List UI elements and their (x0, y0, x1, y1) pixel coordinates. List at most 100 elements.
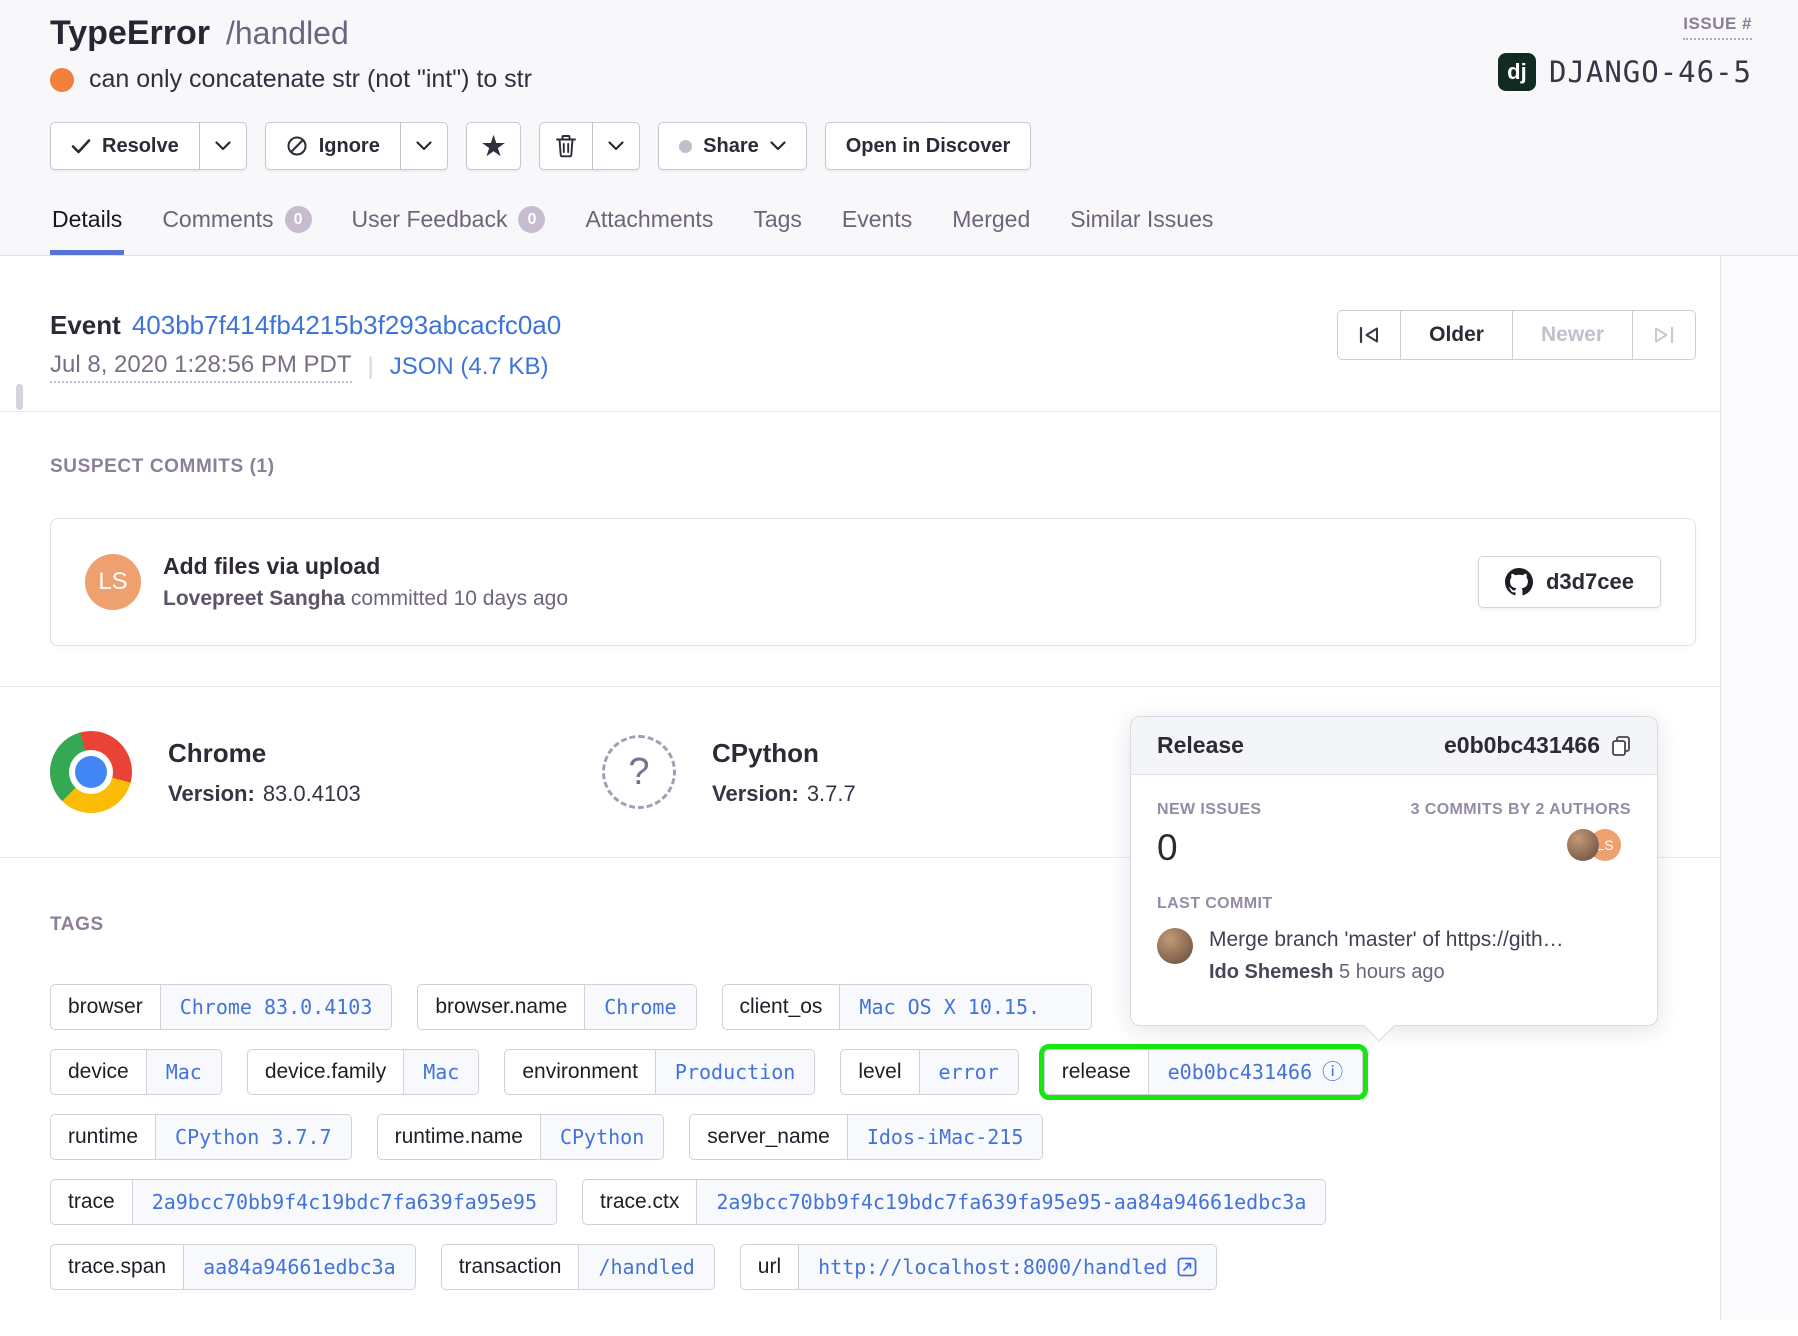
tag-runtime: runtime CPython 3.7.7 (50, 1114, 352, 1160)
tab-label: User Feedback (352, 206, 508, 233)
tag-value-link[interactable]: CPython 3.7.7 (155, 1115, 351, 1159)
tag-value-link[interactable]: 2a9bcc70bb9f4c19bdc7fa639fa95e95-aa84a94… (696, 1180, 1325, 1224)
tag-level: level error (840, 1049, 1018, 1095)
skip-to-first-icon (1356, 324, 1382, 346)
issue-message: can only concatenate str (not "int") to … (89, 65, 532, 94)
oldest-event-button[interactable] (1337, 310, 1401, 360)
tab-label: Attachments (585, 206, 713, 233)
runtime-context: ? CPython Version:3.7.7 (602, 731, 1154, 813)
tag-server-name: server_name Idos-iMac-215 (689, 1114, 1043, 1160)
open-in-discover-button[interactable]: Open in Discover (825, 122, 1032, 170)
tag-value-link[interactable]: Production (655, 1050, 814, 1094)
info-icon[interactable]: ⓘ (1322, 1062, 1343, 1083)
last-commit-message[interactable]: Merge branch 'master' of https://gith… (1209, 928, 1564, 952)
tab-merged[interactable]: Merged (950, 206, 1032, 255)
last-commit-author: Ido Shemesh (1209, 961, 1333, 983)
release-hovercard: Release e0b0bc431466 NEW ISSUES 0 3 COMM… (1130, 716, 1658, 1026)
chevron-down-icon (215, 141, 231, 151)
tag-url: url http://localhost:8000/handled (740, 1244, 1218, 1290)
tag-key: runtime (51, 1115, 155, 1159)
ignore-dropdown-button[interactable] (401, 122, 448, 170)
resolve-dropdown-button[interactable] (200, 122, 247, 170)
tab-similar-issues[interactable]: Similar Issues (1068, 206, 1215, 255)
issue-number-label: ISSUE # (1683, 14, 1752, 40)
tag-key: device.family (248, 1050, 403, 1094)
tab-events[interactable]: Events (840, 206, 914, 255)
sidebar-drag-handle[interactable] (16, 384, 23, 410)
tag-key: transaction (442, 1245, 579, 1289)
delete-button-group (539, 122, 640, 170)
share-button[interactable]: Share (658, 122, 807, 170)
tag-key: url (741, 1245, 798, 1289)
newer-event-button: Newer (1512, 310, 1633, 360)
tag-trace-ctx: trace.ctx 2a9bcc70bb9f4c19bdc7fa639fa95e… (582, 1179, 1326, 1225)
browser-context: Chrome Version:83.0.4103 (50, 731, 602, 813)
tag-key: trace.span (51, 1245, 183, 1289)
delete-button[interactable] (539, 122, 593, 170)
tab-comments[interactable]: Comments 0 (160, 206, 313, 255)
version-label: Version: (168, 781, 255, 806)
tag-row: device Mac device.family Mac environment… (50, 1049, 1696, 1095)
tag-row: runtime CPython 3.7.7 runtime.name CPyth… (50, 1114, 1696, 1160)
bookmark-star-button[interactable]: ★ (466, 122, 521, 170)
meta-separator: | (368, 353, 374, 381)
tag-value-link[interactable]: Mac (403, 1050, 478, 1094)
suspect-commits-heading: SUSPECT COMMITS (1) (50, 456, 1696, 478)
share-label: Share (703, 135, 759, 158)
tab-label: Comments (162, 206, 273, 233)
tag-value-link[interactable]: e0b0bc431466 ⓘ (1148, 1050, 1363, 1094)
tag-value-link[interactable]: Chrome 83.0.4103 (160, 985, 392, 1029)
issue-detail-page: TypeError /handled can only concatenate … (0, 0, 1798, 1336)
ignore-label: Ignore (319, 135, 380, 158)
tag-key: release (1045, 1050, 1148, 1094)
external-link-icon[interactable] (1177, 1257, 1197, 1277)
tag-device-family: device.family Mac (247, 1049, 480, 1095)
chevron-down-icon (416, 141, 432, 151)
open-in-discover-label: Open in Discover (846, 135, 1011, 158)
tag-browser: browser Chrome 83.0.4103 (50, 984, 392, 1030)
trash-icon (555, 134, 577, 158)
tag-value-link[interactable]: Chrome (584, 985, 695, 1029)
event-json-link[interactable]: JSON (4.7 KB) (390, 353, 549, 381)
error-level-dot (50, 68, 74, 92)
tag-value-link[interactable]: /handled (578, 1245, 713, 1289)
tab-details[interactable]: Details (50, 206, 124, 255)
copy-icon[interactable] (1611, 735, 1631, 757)
share-privacy-dot (679, 140, 692, 153)
tab-tags[interactable]: Tags (751, 206, 804, 255)
tab-attachments[interactable]: Attachments (583, 206, 715, 255)
tag-value-link[interactable]: Mac (146, 1050, 221, 1094)
tag-key: trace.ctx (583, 1180, 696, 1224)
ignore-button-group: Ignore (265, 122, 448, 170)
issue-header: TypeError /handled can only concatenate … (0, 0, 1798, 256)
tag-row: trace.span aa84a94661edbc3a transaction … (50, 1244, 1696, 1290)
tag-value-link[interactable]: error (919, 1050, 1018, 1094)
event-id-link[interactable]: 403bb7f414fb4215b3f293abcacfc0a0 (132, 310, 561, 341)
tag-release-highlighted: release e0b0bc431466 ⓘ (1044, 1049, 1363, 1095)
event-timestamp[interactable]: Jul 8, 2020 1:28:56 PM PDT (50, 351, 352, 383)
tag-value-link[interactable]: http://localhost:8000/handled (798, 1245, 1216, 1289)
tab-user-feedback[interactable]: User Feedback 0 (350, 206, 548, 255)
commit-sha-button[interactable]: d3d7cee (1478, 556, 1661, 608)
delete-dropdown-button[interactable] (593, 122, 640, 170)
tag-value-text: http://localhost:8000/handled (818, 1255, 1167, 1279)
event-pagination: Older Newer (1337, 310, 1696, 411)
older-event-button[interactable]: Older (1400, 310, 1513, 360)
tag-value-link[interactable]: CPython (540, 1115, 663, 1159)
chevron-down-icon (608, 141, 624, 151)
chrome-icon (50, 731, 132, 813)
ignore-button[interactable]: Ignore (265, 122, 401, 170)
tab-label: Details (52, 206, 122, 233)
star-icon: ★ (482, 133, 505, 159)
tag-value-link[interactable]: aa84a94661edbc3a (183, 1245, 415, 1289)
issue-id-block: ISSUE # dj DJANGO-46-5 (1498, 14, 1752, 91)
right-gutter (1721, 256, 1798, 1320)
tag-value-link[interactable]: Mac OS X 10.15. (839, 985, 1091, 1029)
tag-key: browser.name (418, 985, 584, 1029)
release-version: e0b0bc431466 (1444, 732, 1600, 759)
tag-value-link[interactable]: 2a9bcc70bb9f4c19bdc7fa639fa95e95 (132, 1180, 556, 1224)
resolve-button[interactable]: Resolve (50, 122, 200, 170)
resolve-button-group: Resolve (50, 122, 247, 170)
feedback-count-badge: 0 (518, 206, 545, 233)
tag-value-link[interactable]: Idos-iMac-215 (847, 1115, 1043, 1159)
